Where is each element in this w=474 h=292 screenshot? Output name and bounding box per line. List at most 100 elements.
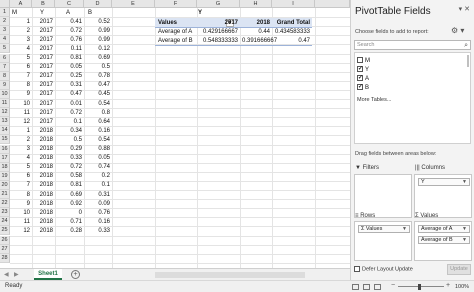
field-item-b[interactable]: B bbox=[357, 83, 369, 92]
column-header-b[interactable]: B bbox=[32, 0, 55, 8]
data-cell-b[interactable]: 0.31 bbox=[84, 191, 112, 200]
data-cell-b[interactable]: 0.2 bbox=[84, 172, 112, 181]
pivot-row-label[interactable]: Average of B bbox=[156, 37, 195, 46]
row-header[interactable]: 3 bbox=[0, 26, 10, 36]
data-cell-y[interactable]: 2017 bbox=[32, 54, 55, 63]
normal-view-icon[interactable] bbox=[352, 284, 359, 290]
data-cell-b[interactable]: 0.78 bbox=[84, 72, 112, 81]
data-cell-y[interactable]: 2017 bbox=[32, 63, 55, 72]
rows-drop-area[interactable]: Σ Values ▼ bbox=[354, 221, 412, 261]
column-header-d[interactable]: D bbox=[84, 0, 112, 8]
row-header[interactable]: 25 bbox=[0, 226, 10, 236]
columns-field-y[interactable]: Y ▼ bbox=[418, 178, 470, 186]
data-cell-a[interactable]: 0.1 bbox=[55, 118, 84, 127]
data-cell-m[interactable]: 10 bbox=[10, 100, 32, 109]
field-checkbox-y[interactable] bbox=[357, 65, 363, 73]
data-cell-a[interactable]: 0.11 bbox=[55, 45, 84, 54]
data-cell-a[interactable]: 0.41 bbox=[55, 18, 84, 27]
row-header[interactable]: 20 bbox=[0, 180, 10, 190]
data-cell-m[interactable]: 12 bbox=[10, 118, 32, 127]
column-header-f[interactable]: F bbox=[155, 0, 197, 8]
data-cell-y[interactable]: 2018 bbox=[32, 145, 55, 154]
column-header-h[interactable]: H bbox=[240, 0, 272, 8]
data-cell-y[interactable]: 2017 bbox=[32, 36, 55, 45]
data-cell-y[interactable]: 2018 bbox=[32, 127, 55, 136]
data-cell-a[interactable]: 0.71 bbox=[55, 218, 84, 227]
pivot-value-cell[interactable]: 0.429166667 bbox=[197, 28, 240, 37]
data-cell-b[interactable]: 0.69 bbox=[84, 54, 112, 63]
page-layout-view-icon[interactable] bbox=[363, 284, 370, 290]
data-cell-b[interactable]: 0.99 bbox=[84, 36, 112, 45]
row-header[interactable]: 14 bbox=[0, 126, 10, 136]
header-cell-y[interactable]: Y bbox=[38, 9, 46, 18]
data-cell-m[interactable]: 4 bbox=[10, 154, 32, 163]
data-cell-m[interactable]: 8 bbox=[10, 81, 32, 90]
data-cell-a[interactable]: 0.28 bbox=[55, 227, 84, 236]
rows-field-values[interactable]: Σ Values ▼ bbox=[358, 225, 410, 233]
scroll-tabs-left-icon[interactable]: ◀ bbox=[4, 271, 9, 278]
pane-options-close-icon[interactable]: ▾ ✕ bbox=[459, 5, 470, 13]
field-search-input[interactable]: Search ⌕ bbox=[354, 40, 471, 50]
data-cell-a[interactable]: 0.92 bbox=[55, 200, 84, 209]
row-header[interactable]: 16 bbox=[0, 144, 10, 154]
spreadsheet-grid[interactable]: A B C D E F G H I 1 2 3 4 5 6 7 8 9 10 11 12 13 14 15 1… bbox=[0, 0, 350, 268]
data-cell-b[interactable]: 0.16 bbox=[84, 218, 112, 227]
data-cell-b[interactable]: 0.47 bbox=[84, 81, 112, 90]
data-cell-y[interactable]: 2018 bbox=[32, 200, 55, 209]
row-header[interactable]: 15 bbox=[0, 135, 10, 145]
pivot-value-cell[interactable]: 0.47 bbox=[272, 37, 312, 46]
data-cell-m[interactable]: 3 bbox=[10, 36, 32, 45]
row-header[interactable]: 21 bbox=[0, 190, 10, 200]
data-cell-m[interactable]: 5 bbox=[10, 163, 32, 172]
zoom-in-button[interactable]: + bbox=[446, 282, 450, 289]
data-cell-m[interactable]: 7 bbox=[10, 72, 32, 81]
header-cell-b[interactable]: B bbox=[86, 9, 94, 18]
data-cell-b[interactable]: 0.16 bbox=[84, 127, 112, 136]
data-cell-b[interactable]: 0.88 bbox=[84, 145, 112, 154]
data-cell-a[interactable]: 0.81 bbox=[55, 54, 84, 63]
header-cell-a[interactable]: A bbox=[64, 9, 72, 18]
data-cell-a[interactable]: 0 bbox=[55, 209, 84, 218]
data-cell-y[interactable]: 2017 bbox=[32, 118, 55, 127]
data-cell-a[interactable]: 0.29 bbox=[55, 145, 84, 154]
data-cell-b[interactable]: 0.99 bbox=[84, 27, 112, 36]
data-cell-b[interactable]: 0.64 bbox=[84, 118, 112, 127]
data-cell-a[interactable]: 0.69 bbox=[55, 191, 84, 200]
data-cell-m[interactable]: 6 bbox=[10, 63, 32, 72]
zoom-slider[interactable] bbox=[398, 286, 444, 287]
row-header[interactable]: 1 bbox=[0, 8, 10, 18]
data-cell-y[interactable]: 2018 bbox=[32, 191, 55, 200]
data-cell-y[interactable]: 2017 bbox=[32, 27, 55, 36]
data-cell-y[interactable]: 2018 bbox=[32, 172, 55, 181]
row-header[interactable]: 13 bbox=[0, 117, 10, 127]
data-cell-b[interactable]: 0.45 bbox=[84, 90, 112, 99]
column-header-g[interactable]: G bbox=[197, 0, 240, 8]
pivot-value-cell[interactable]: 0.44 bbox=[240, 28, 272, 37]
data-cell-y[interactable]: 2018 bbox=[32, 181, 55, 190]
field-item-y[interactable]: Y bbox=[357, 65, 369, 74]
data-cell-a[interactable]: 0.47 bbox=[55, 90, 84, 99]
column-header-a[interactable]: A bbox=[10, 0, 32, 8]
select-all-corner[interactable] bbox=[0, 0, 10, 8]
row-header[interactable]: 17 bbox=[0, 153, 10, 163]
chevron-down-icon[interactable]: ▼ bbox=[462, 237, 467, 244]
data-cell-y[interactable]: 2017 bbox=[32, 81, 55, 90]
data-cell-m[interactable]: 11 bbox=[10, 109, 32, 118]
pivot-value-cell[interactable]: 0.391666667 bbox=[240, 37, 277, 46]
data-cell-y[interactable]: 2017 bbox=[32, 90, 55, 99]
column-header-c[interactable]: C bbox=[55, 0, 84, 8]
field-checkbox-a[interactable] bbox=[357, 74, 363, 82]
row-header[interactable]: 19 bbox=[0, 171, 10, 181]
chevron-down-icon[interactable]: ▼ bbox=[462, 179, 467, 186]
row-header[interactable]: 10 bbox=[0, 89, 10, 99]
add-sheet-button[interactable]: + bbox=[71, 270, 80, 279]
chevron-down-icon[interactable]: ▼ bbox=[402, 226, 407, 233]
scroll-tabs-right-icon[interactable]: ▶ bbox=[14, 271, 19, 278]
data-cell-b[interactable]: 0.1 bbox=[84, 181, 112, 190]
update-button[interactable]: Update bbox=[447, 264, 471, 275]
data-cell-b[interactable]: 0.74 bbox=[84, 163, 112, 172]
data-cell-b[interactable]: 0.05 bbox=[84, 154, 112, 163]
row-header[interactable]: 12 bbox=[0, 108, 10, 118]
values-field-average-b[interactable]: Average of B ▼ bbox=[418, 236, 470, 244]
row-header[interactable]: 4 bbox=[0, 35, 10, 45]
